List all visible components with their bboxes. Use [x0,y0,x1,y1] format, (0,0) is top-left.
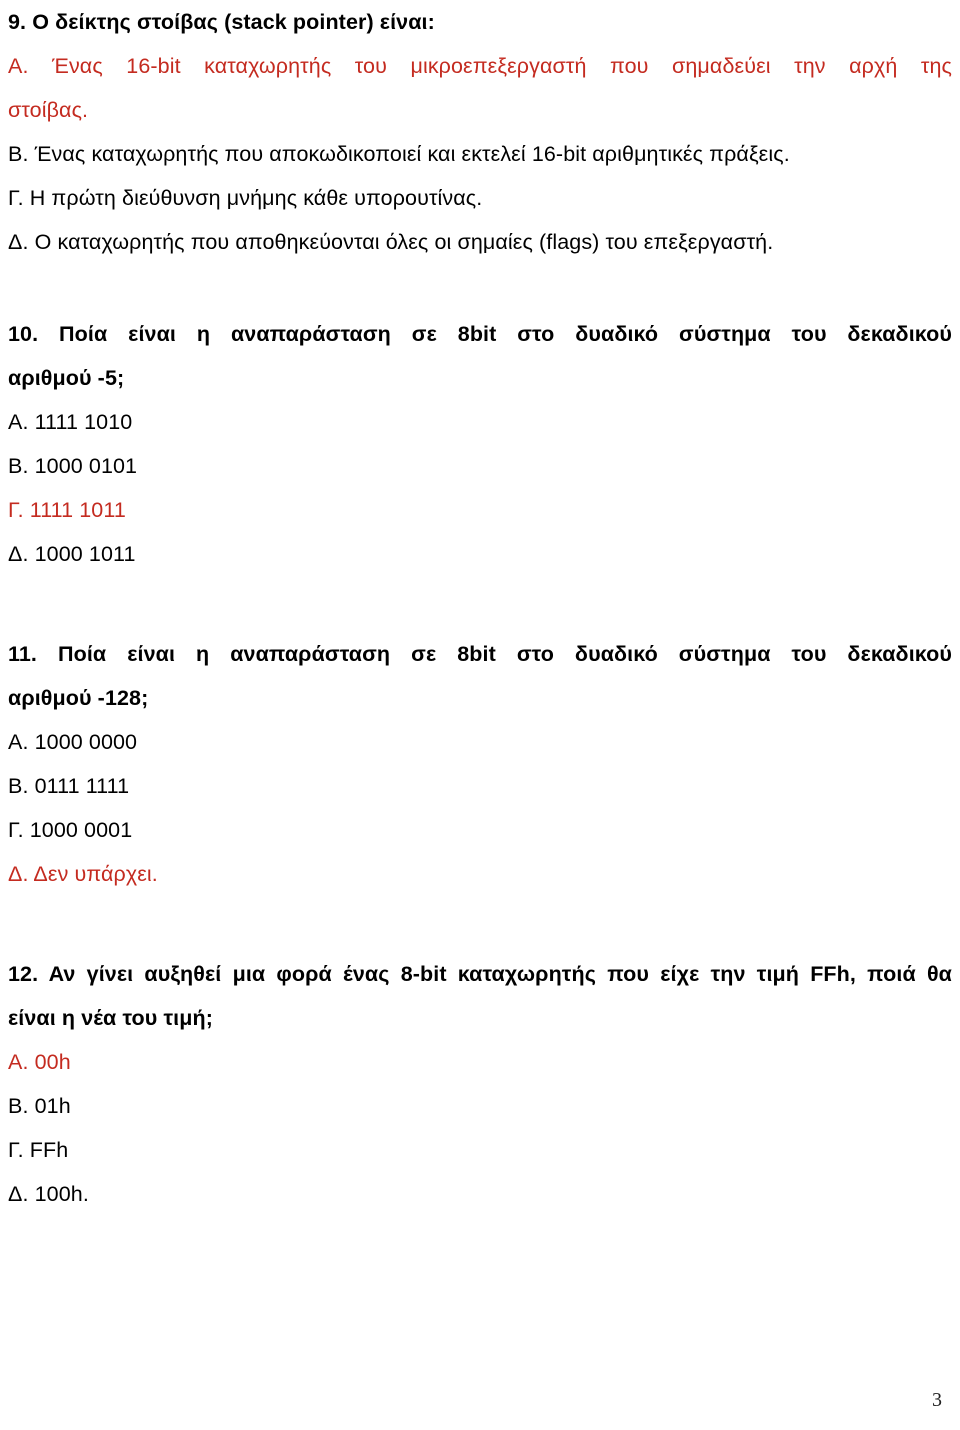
spacer-11-12 [8,896,960,952]
question-10-heading-line1: 10. Ποία είναι η αναπαράσταση σε 8bit στ… [8,322,952,346]
spacer-9-10 [8,264,960,312]
question-10-option-b: Β. 1000 0101 [8,454,138,478]
question-11-option-a: Α. 1000 0000 [8,730,138,754]
question-11-option-d: Δ. Δεν υπάρχει. [8,862,158,886]
spacer-10-11 [8,576,960,632]
question-9-option-c: Γ. Η πρώτη διεύθυνση μνήμης κάθε υπορουτ… [8,186,483,210]
question-10-heading-line2: αριθμού -5; [8,366,125,390]
question-block-10: 10. Ποία είναι η αναπαράσταση σε 8bit στ… [8,312,952,576]
question-9-option-d: Δ. Ο καταχωρητής που αποθηκεύονται όλες … [8,230,774,254]
question-block-11: 11. Ποία είναι η αναπαράσταση σε 8bit στ… [8,632,952,896]
question-9-option-a-line2: στοίβας. [8,98,89,122]
question-11-option-b: Β. 0111 1111 [8,774,130,798]
question-11-heading-line2: αριθμού -128; [8,686,149,710]
question-12-heading-line1: 12. Αν γίνει αυξηθεί μια φορά ένας 8-bit… [8,962,952,986]
question-block-12: 12. Αν γίνει αυξηθεί μια φορά ένας 8-bit… [8,952,952,1216]
question-12-option-a: Α. 00h [8,1050,71,1074]
question-10-option-c: Γ. 1111 1011 [8,498,126,522]
question-9-heading: 9. Ο δείκτης στοίβας (stack pointer) είν… [8,10,435,34]
question-12-option-c: Γ. FFh [8,1138,69,1162]
question-12-option-d: Δ. 100h. [8,1182,89,1206]
question-9-option-b: Β. Ένας καταχωρητής που αποκωδικοποιεί κ… [8,142,790,166]
question-10-option-d: Δ. 1000 1011 [8,542,136,566]
question-12-option-b: Β. 01h [8,1094,71,1118]
page-number: 3 [932,1389,942,1411]
question-11-heading-line1: 11. Ποία είναι η αναπαράσταση σε 8bit στ… [8,642,952,666]
question-9-option-a-line1: Α. Ένας 16-bit καταχωρητής του μικροεπεξ… [8,54,952,78]
question-10-option-a: Α. 1111 1010 [8,410,133,434]
question-block-9: 9. Ο δείκτης στοίβας (stack pointer) είν… [8,0,952,264]
question-11-option-c: Γ. 1000 0001 [8,818,133,842]
document-page: 9. Ο δείκτης στοίβας (stack pointer) είν… [0,0,960,1430]
question-12-heading-line2: είναι η νέα του τιμή; [8,1006,213,1030]
